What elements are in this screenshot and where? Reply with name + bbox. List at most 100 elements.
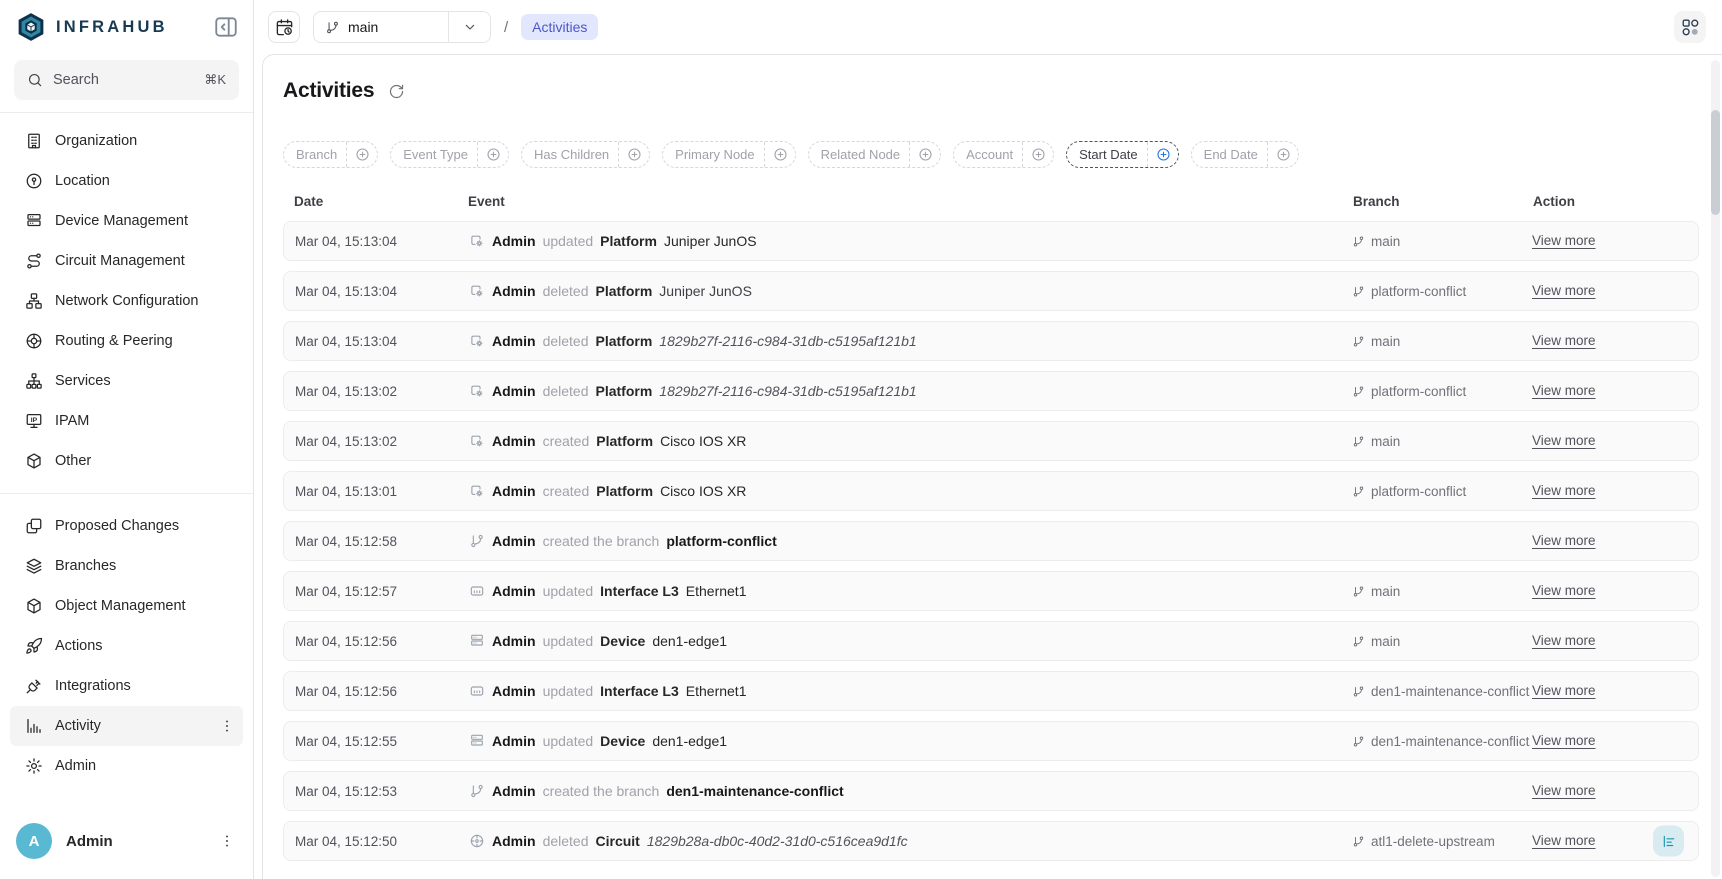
event-object-name[interactable]: den1-edge1 <box>652 633 727 649</box>
git-branch-icon <box>469 783 485 799</box>
sidebar-item-ipam[interactable]: IPIPAM <box>10 401 243 441</box>
table-row: Mar 04, 15:12:57AdminupdatedInterface L3… <box>283 571 1699 611</box>
sidebar-item-activity[interactable]: Activity <box>10 706 243 746</box>
table-row: Mar 04, 15:13:04AdmindeletedPlatformJuni… <box>283 271 1699 311</box>
filter-event-type[interactable]: Event Type <box>390 141 509 168</box>
view-more-link[interactable]: View more <box>1532 683 1596 698</box>
filter-has-children[interactable]: Has Children <box>521 141 650 168</box>
sidebar-item-other[interactable]: Other <box>10 441 243 481</box>
sidebar-item-label: Object Management <box>55 598 186 614</box>
sidebar-item-circuit-management[interactable]: Circuit Management <box>10 241 243 281</box>
view-more-link[interactable]: View more <box>1532 233 1596 248</box>
sidebar-item-object-management[interactable]: Object Management <box>10 586 243 626</box>
filter-account[interactable]: Account <box>953 141 1054 168</box>
user-menu[interactable]: A Admin <box>0 811 253 879</box>
collapse-sidebar-icon[interactable] <box>213 14 239 40</box>
git-branch-icon <box>325 20 340 35</box>
event-cell: AdmincreatedPlatformCisco IOS XR <box>469 483 1352 499</box>
filter-start-date[interactable]: Start Date <box>1066 141 1179 168</box>
platform-icon <box>469 433 485 449</box>
sidebar-item-label: Network Configuration <box>55 293 198 309</box>
filter-add-icon[interactable] <box>909 142 940 167</box>
event-verb: created the branch <box>543 533 660 549</box>
event-object-name[interactable]: Cisco IOS XR <box>660 483 746 499</box>
breadcrumb-current[interactable]: Activities <box>521 14 598 40</box>
time-travel-button[interactable] <box>268 11 300 43</box>
sidebar-item-organization[interactable]: Organization <box>10 121 243 161</box>
filter-add-icon[interactable] <box>477 142 508 167</box>
sidebar-item-integrations[interactable]: Integrations <box>10 666 243 706</box>
event-object-name[interactable]: den1-edge1 <box>652 733 727 749</box>
filter-add-icon[interactable] <box>764 142 795 167</box>
view-more-link[interactable]: View more <box>1532 433 1596 448</box>
event-object-name[interactable]: platform-conflict <box>666 533 776 549</box>
main-area: main / Activities Activities Br <box>254 0 1722 879</box>
event-object-name[interactable]: Ethernet1 <box>686 583 747 599</box>
sidebar-item-routing-peering[interactable]: Routing & Peering <box>10 321 243 361</box>
action-cell: View more <box>1532 432 1686 450</box>
branch-name: den1-maintenance-conflict <box>1371 684 1529 699</box>
view-more-link[interactable]: View more <box>1532 783 1596 798</box>
sidebar-item-label: Branches <box>55 558 116 574</box>
filter-end-date[interactable]: End Date <box>1191 141 1299 168</box>
schema-explorer-button[interactable] <box>1674 11 1706 43</box>
event-actor: Admin <box>492 683 536 699</box>
view-more-link[interactable]: View more <box>1532 833 1596 848</box>
event-object-name[interactable]: Juniper JunOS <box>664 233 757 249</box>
hierarchy-panel-button[interactable] <box>1653 826 1684 857</box>
action-cell: View more <box>1532 582 1686 600</box>
filter-primary-node[interactable]: Primary Node <box>662 141 795 168</box>
sidebar-item-branches[interactable]: Branches <box>10 546 243 586</box>
branch-name: platform-conflict <box>1371 484 1466 499</box>
branch-cell: main <box>1352 334 1532 349</box>
sidebar-item-services[interactable]: Services <box>10 361 243 401</box>
user-kebab-icon[interactable] <box>219 833 235 849</box>
view-more-link[interactable]: View more <box>1532 283 1596 298</box>
branch-cell: platform-conflict <box>1352 284 1532 299</box>
branch-selector[interactable]: main <box>313 11 491 43</box>
view-more-link[interactable]: View more <box>1532 733 1596 748</box>
view-more-link[interactable]: View more <box>1532 533 1596 548</box>
page-title: Activities <box>283 79 374 103</box>
event-object-name[interactable]: Ethernet1 <box>686 683 747 699</box>
table-row: Mar 04, 15:13:04AdminupdatedPlatformJuni… <box>283 221 1699 261</box>
view-more-link[interactable]: View more <box>1532 633 1596 648</box>
event-actor: Admin <box>492 233 536 249</box>
filter-add-icon[interactable] <box>1147 142 1178 167</box>
event-verb: updated <box>543 633 594 649</box>
event-object-name[interactable]: Cisco IOS XR <box>660 433 746 449</box>
filter-related-node[interactable]: Related Node <box>808 141 942 168</box>
action-cell: View more <box>1532 332 1686 350</box>
date-cell: Mar 04, 15:12:55 <box>295 734 469 749</box>
refresh-button[interactable] <box>388 83 405 100</box>
sidebar-item-proposed-changes[interactable]: Proposed Changes <box>10 506 243 546</box>
sidebar-item-network-configuration[interactable]: Network Configuration <box>10 281 243 321</box>
date-cell: Mar 04, 15:12:50 <box>295 834 469 849</box>
event-verb: created the branch <box>543 783 660 799</box>
filter-branch[interactable]: Branch <box>283 141 378 168</box>
view-more-link[interactable]: View more <box>1532 333 1596 348</box>
sidebar-item-admin[interactable]: Admin <box>10 746 243 786</box>
view-more-link[interactable]: View more <box>1532 583 1596 598</box>
git-branch-icon <box>1352 385 1365 398</box>
date-cell: Mar 04, 15:12:58 <box>295 534 469 549</box>
filter-add-icon[interactable] <box>618 142 649 167</box>
branch-cell: den1-maintenance-conflict <box>1352 684 1532 699</box>
sidebar-item-location[interactable]: Location <box>10 161 243 201</box>
item-kebab-icon[interactable] <box>219 718 235 734</box>
filter-add-icon[interactable] <box>346 142 377 167</box>
view-more-link[interactable]: View more <box>1532 383 1596 398</box>
action-cell: View more <box>1532 482 1686 500</box>
sidebar-item-device-management[interactable]: Device Management <box>10 201 243 241</box>
filter-add-icon[interactable] <box>1022 142 1053 167</box>
network-icon <box>25 292 43 310</box>
filter-add-icon[interactable] <box>1267 142 1298 167</box>
search-input[interactable]: Search ⌘K <box>14 60 239 100</box>
scrollbar-thumb[interactable] <box>1711 110 1720 215</box>
sidebar-item-actions[interactable]: Actions <box>10 626 243 666</box>
column-header-date: Date <box>294 194 468 209</box>
action-cell: View more <box>1532 532 1686 550</box>
table-row: Mar 04, 15:13:01AdmincreatedPlatformCisc… <box>283 471 1699 511</box>
view-more-link[interactable]: View more <box>1532 483 1596 498</box>
event-object-name[interactable]: den1-maintenance-conflict <box>666 783 843 799</box>
